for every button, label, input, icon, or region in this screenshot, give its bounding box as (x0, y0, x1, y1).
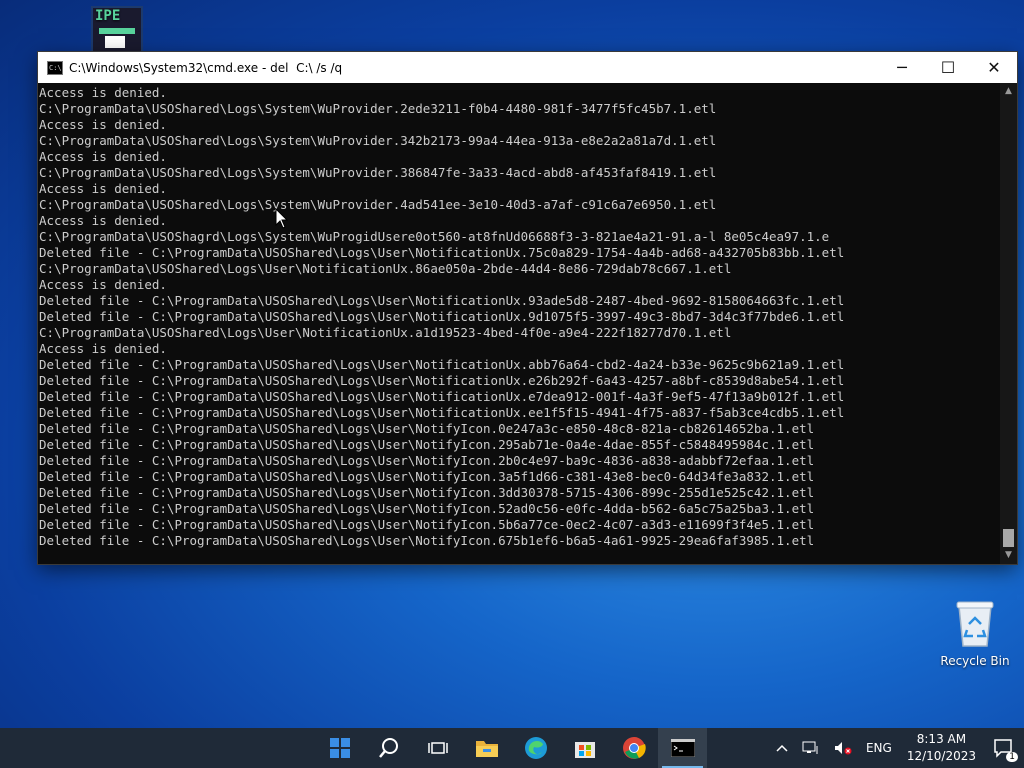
console-line: C:\ProgramData\USOShared\Logs\System\WuP… (39, 133, 717, 148)
console-line: Deleted file - C:\ProgramData\USOShared\… (39, 245, 845, 260)
file-explorer-icon (475, 741, 498, 757)
store-icon (574, 742, 595, 758)
search-button[interactable] (364, 728, 413, 768)
console-line: Access is denied. (39, 149, 167, 164)
close-button[interactable]: ✕ (971, 52, 1017, 83)
desktop-app-icon[interactable]: IPE (82, 6, 152, 56)
notification-count-badge: 1 (1006, 752, 1018, 762)
cmd-taskbar-button[interactable] (658, 728, 707, 768)
task-view-button[interactable] (413, 728, 462, 768)
cmd-icon (670, 739, 695, 757)
console-line: C:\ProgramData\USOShared\Logs\System\WuP… (39, 165, 717, 180)
language-indicator[interactable]: ENG (859, 741, 899, 755)
task-view-icon (427, 742, 448, 754)
clock-time: 8:13 AM (916, 732, 967, 746)
console-line: Access is denied. (39, 277, 167, 292)
console-line: Access is denied. (39, 181, 167, 196)
clock[interactable]: 8:13 AM 12/10/2023 (899, 731, 984, 765)
start-button[interactable] (315, 728, 364, 768)
scroll-thumb[interactable] (1003, 529, 1014, 547)
console-line: Access is denied. (39, 213, 167, 228)
console-line: C:\ProgramData\USOShagrd\Logs\System\WuP… (39, 229, 830, 244)
scroll-down-icon[interactable]: ▼ (1000, 547, 1017, 564)
start-icon (329, 738, 350, 758)
taskbar-apps (315, 728, 707, 768)
volume-muted-icon (834, 742, 852, 755)
vertical-scrollbar[interactable]: ▲ ▼ (1000, 83, 1017, 564)
title-bar[interactable]: C:\ C:\Windows\System32\cmd.exe - del C:… (38, 52, 1017, 83)
console-line: Deleted file - C:\ProgramData\USOShared\… (39, 389, 845, 404)
store-button[interactable] (560, 728, 609, 768)
console-line: Deleted file - C:\ProgramData\USOShared\… (39, 517, 815, 532)
window-title: C:\Windows\System32\cmd.exe - del C:\ /s… (69, 60, 343, 75)
console-line: Deleted file - C:\ProgramData\USOShared\… (39, 501, 815, 516)
recycle-bin[interactable]: Recycle Bin (935, 600, 1015, 668)
console-line: C:\ProgramData\USOShared\Logs\System\WuP… (39, 197, 717, 212)
taskbar: ENG 8:13 AM 12/10/2023 1 (0, 728, 1024, 768)
console-line: C:\ProgramData\USOShared\Logs\User\Notif… (39, 325, 732, 340)
console-line: Access is denied. (39, 117, 167, 132)
action-center-button[interactable]: 1 (984, 728, 1024, 768)
cmd-window[interactable]: C:\ C:\Windows\System32\cmd.exe - del C:… (38, 52, 1017, 564)
console-line: Deleted file - C:\ProgramData\USOShared\… (39, 373, 845, 388)
console-line: Access is denied. (39, 85, 167, 100)
file-explorer-button[interactable] (462, 728, 511, 768)
chrome-button[interactable] (609, 728, 658, 768)
console-line: Deleted file - C:\ProgramData\USOShared\… (39, 421, 815, 436)
clock-date: 12/10/2023 (906, 749, 976, 763)
chrome-icon (622, 737, 646, 759)
show-hidden-icons-button[interactable] (769, 744, 795, 752)
console-line: Deleted file - C:\ProgramData\USOShared\… (39, 309, 845, 324)
console-line: Deleted file - C:\ProgramData\USOShared\… (39, 437, 815, 452)
network-icon (802, 741, 818, 754)
maximize-button[interactable]: ☐ (925, 52, 971, 83)
edge-icon (524, 737, 547, 759)
console-line: Deleted file - C:\ProgramData\USOShared\… (39, 533, 815, 548)
minimize-button[interactable]: ─ (879, 52, 925, 83)
edge-button[interactable] (511, 728, 560, 768)
console-line: C:\ProgramData\USOShared\Logs\User\Notif… (39, 261, 732, 276)
recycle-bin-label: Recycle Bin (940, 654, 1010, 668)
search-icon (378, 738, 398, 758)
network-button[interactable] (795, 741, 827, 755)
recycle-bin-icon (953, 600, 997, 648)
console-output[interactable]: Access is denied. C:\ProgramData\USOShare… (38, 83, 1000, 564)
scroll-up-icon[interactable]: ▲ (1000, 83, 1017, 100)
desktop-app-label: IPE (95, 8, 121, 24)
system-tray: ENG 8:13 AM 12/10/2023 1 (769, 728, 1024, 768)
cmd-app-icon: C:\ (47, 60, 63, 75)
console-line: Deleted file - C:\ProgramData\USOShared\… (39, 485, 815, 500)
prompt-line (39, 549, 1000, 564)
mouse-pointer-icon (275, 208, 289, 229)
chevron-up-icon (776, 744, 788, 752)
volume-button[interactable] (827, 741, 859, 755)
console-line: Deleted file - C:\ProgramData\USOShared\… (39, 405, 845, 420)
console-line: C:\ProgramData\USOShared\Logs\System\WuP… (39, 101, 717, 116)
console-line: Deleted file - C:\ProgramData\USOShared\… (39, 293, 845, 308)
console-line: Access is denied. (39, 341, 167, 356)
console-line: Deleted file - C:\ProgramData\USOShared\… (39, 357, 845, 372)
app-shortcut-icon: IPE (91, 6, 143, 54)
console-line: Deleted file - C:\ProgramData\USOShared\… (39, 453, 815, 468)
console-line: Deleted file - C:\ProgramData\USOShared\… (39, 469, 815, 484)
